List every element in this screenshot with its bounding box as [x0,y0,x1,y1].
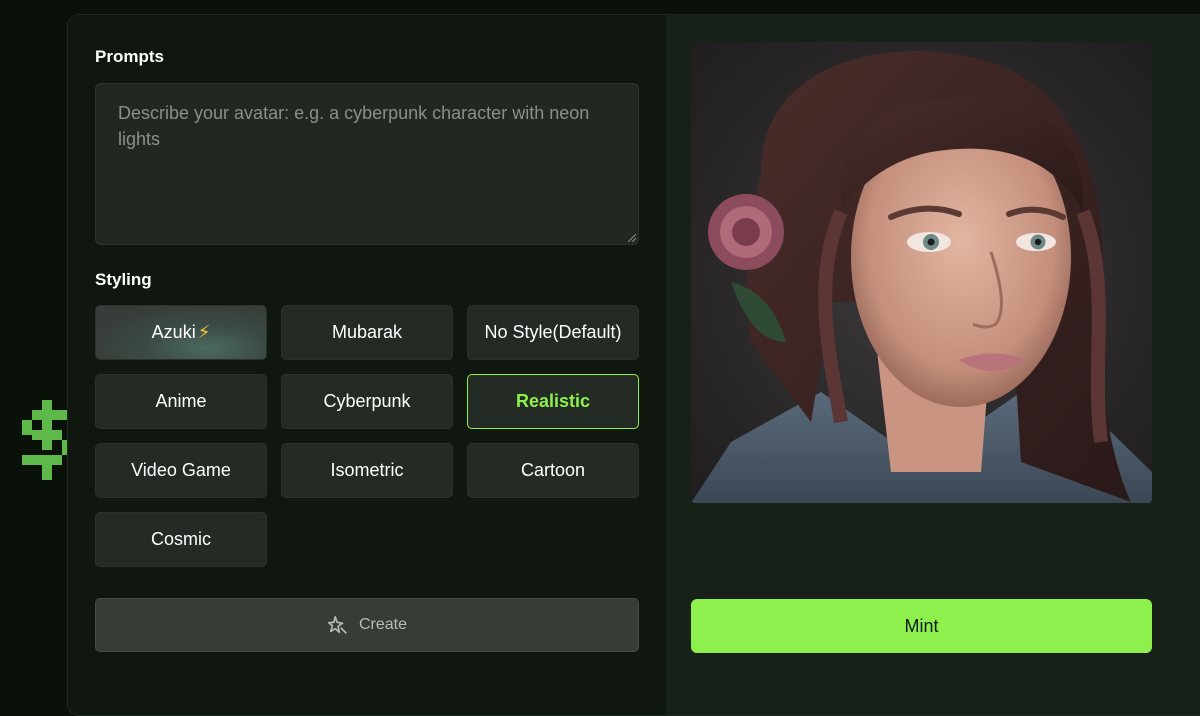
style-option-label: Azuki [151,322,196,342]
settings-column: Prompts Styling Azuki ⚡ Mubarak No Style… [68,15,666,715]
style-option-cyberpunk[interactable]: Cyberpunk [281,374,453,429]
style-option-label: Cyberpunk [323,391,411,411]
create-button-label: Create [358,616,408,633]
resize-handle[interactable] [628,234,636,242]
avatar-generator-panel: Prompts Styling Azuki ⚡ Mubarak No Style… [67,14,1200,716]
style-option-label: Cosmic [150,529,211,549]
sparkle-star-icon [327,615,347,634]
style-option-azuki[interactable]: Azuki ⚡ [95,305,267,360]
avatar-illustration [691,51,1152,503]
style-option-video-game[interactable]: Video Game [95,443,267,498]
styling-heading: Styling [95,270,152,289]
style-option-label: Isometric [330,460,404,480]
style-option-anime[interactable]: Anime [95,374,267,429]
style-option-isometric[interactable]: Isometric [281,443,453,498]
prompt-field-container [95,83,639,245]
preview-column: Mint [666,15,1200,715]
create-button[interactable]: Create [95,598,639,652]
prompt-input[interactable] [96,84,638,244]
style-option-label: Mubarak [331,322,403,342]
generated-avatar-image [691,42,1152,503]
style-options-grid: Azuki ⚡ Mubarak No Style(Default) Anime … [95,305,639,567]
prompts-heading: Prompts [95,47,164,66]
style-option-mubarak[interactable]: Mubarak [281,305,453,360]
style-option-cartoon[interactable]: Cartoon [467,443,639,498]
style-option-realistic[interactable]: Realistic [467,374,639,429]
style-option-label: Realistic [515,391,591,411]
style-option-label: No Style(Default) [484,322,622,342]
style-option-label: Anime [155,391,207,411]
style-option-label: Cartoon [520,460,586,480]
mint-button-label: Mint [904,615,939,636]
style-option-label: Video Game [131,460,231,480]
mint-button[interactable]: Mint [691,599,1152,653]
style-option-cosmic[interactable]: Cosmic [95,512,267,567]
style-option-no-style[interactable]: No Style(Default) [467,305,639,360]
lightning-bolt-icon: ⚡ [197,322,211,342]
dollar-pixel-icon [22,400,72,480]
